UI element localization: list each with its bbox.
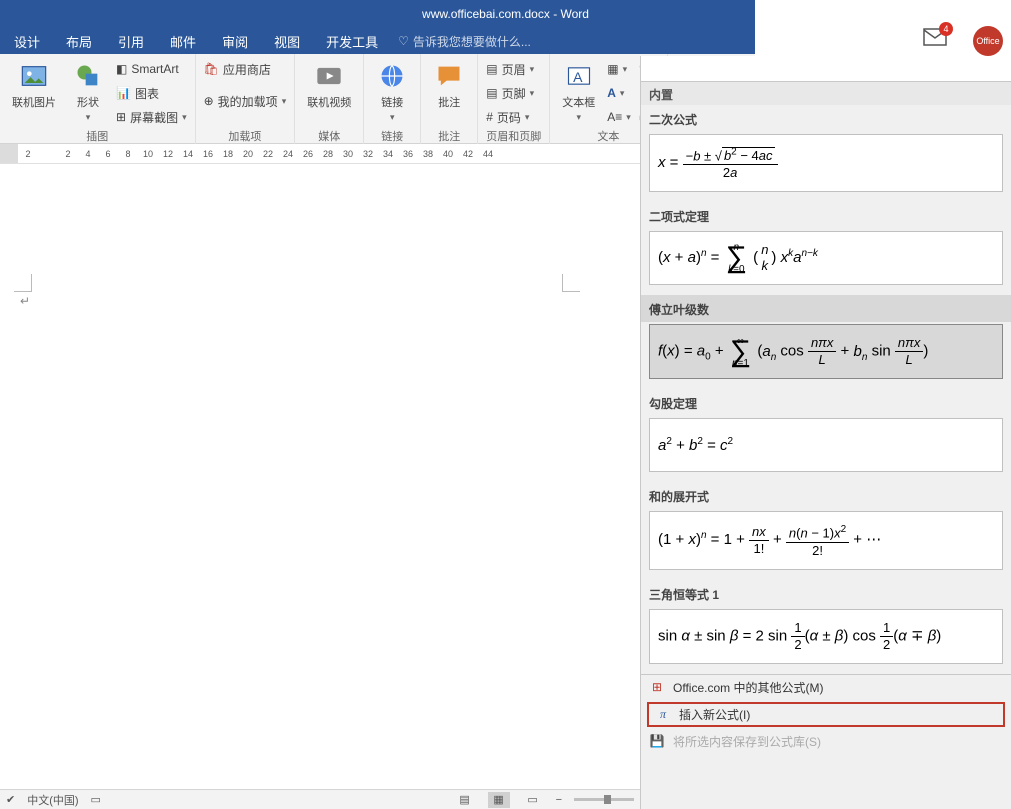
comment-icon xyxy=(433,60,465,92)
tab-references[interactable]: 引用 xyxy=(112,28,150,55)
textbox-button[interactable]: A 文本框 xyxy=(558,58,599,125)
wordart-icon: A xyxy=(607,86,616,100)
window-title: www.officebai.com.docx - Word xyxy=(422,7,589,21)
group-label: 媒体 xyxy=(303,128,355,144)
page-corner xyxy=(14,274,32,292)
dropcap-icon: A≡ xyxy=(607,110,622,124)
footer-button[interactable]: ▤页脚 xyxy=(486,82,534,104)
comment-button[interactable]: 批注 xyxy=(429,58,469,112)
shapes-icon xyxy=(72,60,104,92)
svg-text:A: A xyxy=(573,69,583,85)
tab-devtools[interactable]: 开发工具 xyxy=(320,28,384,55)
more-equations-link[interactable]: ⊞ Office.com 中的其他公式(M) xyxy=(641,675,1011,700)
group-label: 插图 xyxy=(8,128,187,144)
online-pictures-button[interactable]: 联机图片 xyxy=(8,58,60,112)
store-icon: 🛍 xyxy=(204,62,219,76)
video-icon xyxy=(313,60,345,92)
header-icon: ▤ xyxy=(486,62,497,76)
read-mode-button[interactable]: ▤ xyxy=(454,792,476,808)
screenshot-button[interactable]: ⊞屏幕截图 xyxy=(116,106,187,128)
quickparts-button[interactable]: ▦ xyxy=(607,58,631,80)
mail-badge: 4 xyxy=(939,22,953,36)
group-links: 链接 链接 xyxy=(364,54,421,144)
smartart-button[interactable]: ◧SmartArt xyxy=(116,58,187,80)
group-label: 加载项 xyxy=(204,128,287,144)
equation-category: 三角恒等式 1 xyxy=(641,580,1011,607)
link-icon xyxy=(376,60,408,92)
online-pictures-icon xyxy=(18,60,50,92)
spellcheck-icon[interactable]: ✔ xyxy=(6,793,15,806)
pi-icon: π xyxy=(655,706,671,722)
insert-new-equation[interactable]: π 插入新公式(I) xyxy=(647,702,1005,727)
group-addins: 🛍应用商店 ⊕我的加载项 加载项 xyxy=(196,54,296,144)
equation-category: 傅立叶级数 xyxy=(641,295,1011,322)
equation-expansion[interactable]: (1 + x)n = 1 + nx1! + n(n − 1)x22! + ⋯ xyxy=(649,511,1003,569)
web-layout-button[interactable]: ▭ xyxy=(522,792,544,808)
online-video-button[interactable]: 联机视频 xyxy=(303,58,355,112)
textbox-icon: A xyxy=(563,60,595,92)
pagenum-icon: # xyxy=(486,110,493,124)
gallery-footer: ⊞ Office.com 中的其他公式(M) π 插入新公式(I) 💾 将所选内… xyxy=(641,674,1011,754)
equation-category: 二项式定理 xyxy=(641,202,1011,229)
tab-mail[interactable]: 邮件 xyxy=(164,28,202,55)
group-label: 链接 xyxy=(372,128,412,144)
zoom-slider[interactable] xyxy=(574,798,634,801)
gallery-section-label: 内置 xyxy=(641,82,1011,105)
paragraph-mark: ↵ xyxy=(20,294,30,308)
equation-category: 勾股定理 xyxy=(641,389,1011,416)
group-comments: 批注 批注 xyxy=(421,54,478,144)
browser-top-strip: 4 Office xyxy=(755,0,1011,56)
addins-icon: ⊕ xyxy=(204,94,214,108)
pagenum-button[interactable]: #页码 xyxy=(486,106,534,128)
tab-view[interactable]: 视图 xyxy=(268,28,306,55)
equation-binomial[interactable]: (x + a)n = ∑nk=0 (nk) xkan−k xyxy=(649,231,1003,285)
my-addins-button[interactable]: ⊕我的加载项 xyxy=(204,90,287,112)
office-icon: ⊞ xyxy=(649,679,665,695)
group-illustrations: 联机图片 形状 ◧SmartArt 📊图表 ⊞屏幕截图 插图 xyxy=(0,54,196,144)
tab-layout[interactable]: 布局 xyxy=(60,28,98,55)
equation-gallery: 内置 二次公式 x = −b ± √b2 − 4ac2a 二项式定理 (x + … xyxy=(640,56,1011,809)
equation-quadratic[interactable]: x = −b ± √b2 − 4ac2a xyxy=(649,134,1003,192)
chart-button[interactable]: 📊图表 xyxy=(116,82,187,104)
group-media: 联机视频 媒体 xyxy=(295,54,364,144)
equation-trig1[interactable]: sin α ± sin β = 2 sin 12(α ± β) cos 12(α… xyxy=(649,609,1003,664)
dropcap-button[interactable]: A≡ xyxy=(607,106,631,128)
tab-review[interactable]: 审阅 xyxy=(216,28,254,55)
save-icon: 💾 xyxy=(649,733,665,749)
links-button[interactable]: 链接 xyxy=(372,58,412,125)
status-bar: ✔ 中文(中国) ▭ ▤ ▦ ▭ − xyxy=(0,789,640,809)
document-area[interactable]: ↵ xyxy=(0,164,640,789)
group-headerfooter: ▤页眉 ▤页脚 #页码 页眉和页脚 xyxy=(478,54,550,144)
app-store-button[interactable]: 🛍应用商店 xyxy=(204,58,287,80)
wordart-button[interactable]: A xyxy=(607,82,631,104)
smartart-icon: ◧ xyxy=(116,62,127,76)
save-to-gallery: 💾 将所选内容保存到公式库(S) xyxy=(641,729,1011,754)
header-button[interactable]: ▤页眉 xyxy=(486,58,534,80)
equation-pythagoras[interactable]: a2 + b2 = c2 xyxy=(649,418,1003,472)
tab-design[interactable]: 设计 xyxy=(8,28,46,55)
page-corner xyxy=(562,274,580,292)
screenshot-icon: ⊞ xyxy=(116,110,126,124)
tell-me[interactable]: ♡ 告诉我您想要做什么... xyxy=(398,33,531,50)
chart-icon: 📊 xyxy=(116,86,131,100)
lightbulb-icon: ♡ xyxy=(398,34,409,48)
group-label: 页眉和页脚 xyxy=(486,128,541,144)
mail-icon[interactable]: 4 xyxy=(923,28,947,51)
quickparts-icon: ▦ xyxy=(607,62,618,76)
footer-icon: ▤ xyxy=(486,86,497,100)
shapes-button[interactable]: 形状 xyxy=(68,58,108,125)
language-indicator[interactable]: 中文(中国) xyxy=(27,792,78,808)
equation-category: 和的展开式 xyxy=(641,482,1011,509)
equation-fourier[interactable]: f(x) = a0 + ∑∞n=1 (an cos nπxL + bn sin … xyxy=(649,324,1003,379)
group-label: 批注 xyxy=(429,128,469,144)
macro-icon[interactable]: ▭ xyxy=(91,793,101,806)
equation-category: 二次公式 xyxy=(641,105,1011,132)
office-badge[interactable]: Office xyxy=(973,26,1003,56)
zoom-out-button[interactable]: − xyxy=(556,794,562,806)
print-layout-button[interactable]: ▦ xyxy=(488,792,510,808)
